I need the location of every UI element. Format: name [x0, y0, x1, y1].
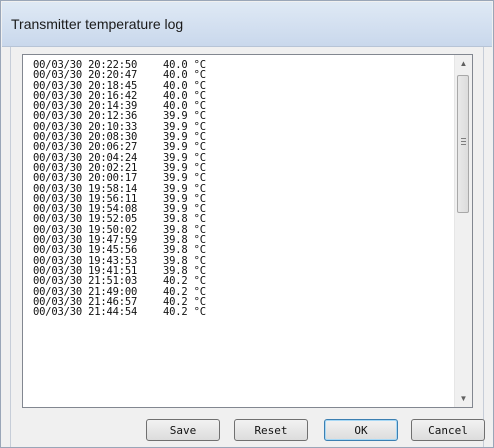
- vertical-scrollbar[interactable]: ▲ ▼: [454, 55, 472, 407]
- reset-button[interactable]: Reset: [234, 419, 308, 441]
- log-listbox[interactable]: 00/03/30 20:22:50 40.0 °C 00/03/30 20:20:4…: [22, 54, 473, 408]
- log-lines: 00/03/30 20:22:50 40.0 °C 00/03/30 20:20:4…: [33, 60, 206, 319]
- grip-icon: [461, 138, 466, 147]
- title-bar[interactable]: Transmitter temperature log: [2, 2, 492, 47]
- cancel-button[interactable]: Cancel: [411, 419, 485, 441]
- scroll-thumb[interactable]: [457, 75, 469, 213]
- arrow-up-icon: ▲: [459, 59, 468, 68]
- ok-button[interactable]: OK: [324, 419, 398, 441]
- log-line[interactable]: 00/03/30 21:51:03 40.2 °C: [33, 275, 206, 288]
- log-timestamp: 00/03/30 21:44:54: [33, 306, 138, 319]
- window-title: Transmitter temperature log: [11, 16, 184, 32]
- scroll-up-button[interactable]: ▲: [455, 55, 472, 72]
- transmitter-temperature-log-window: Transmitter temperature log 00/03/30 20:…: [0, 0, 494, 448]
- log-temperature: 40.2 °C: [163, 306, 206, 319]
- log-line[interactable]: 00/03/30 21:44:54 40.2 °C: [33, 306, 206, 319]
- log-timestamp: 00/03/30 21:51:03: [33, 275, 138, 288]
- save-button[interactable]: Save: [146, 419, 220, 441]
- arrow-down-icon: ▼: [459, 394, 468, 403]
- scroll-down-button[interactable]: ▼: [455, 390, 472, 407]
- log-temperature: 40.2 °C: [163, 275, 206, 288]
